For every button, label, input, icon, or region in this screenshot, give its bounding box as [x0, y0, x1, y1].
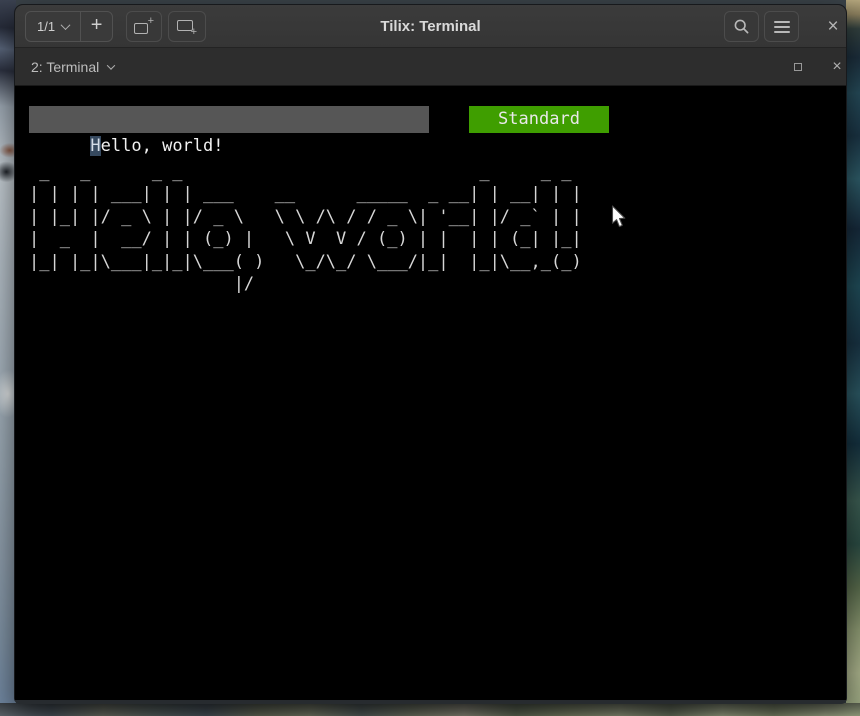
session-switcher-group: 1/1 + [25, 11, 113, 42]
terminal-close-button[interactable]: × [825, 48, 849, 86]
font-standard-button[interactable]: Standard [469, 106, 609, 133]
chevron-down-icon [107, 61, 115, 69]
tilix-window: 1/1 + + + Tilix: Terminal [14, 4, 847, 704]
terminal-pane-titlebar[interactable]: 2: Terminal × [15, 48, 846, 86]
figlet-ascii-art: _ _ _ _ _ _ _ | | | | ___| | | ___ __ __… [29, 161, 592, 295]
session-counter-label: 1/1 [37, 19, 55, 34]
split-down-button[interactable]: + [168, 11, 206, 42]
terminal-title-label: 2: Terminal [31, 59, 99, 75]
terminal-screen[interactable]: Hello, world! Standard _ _ _ _ _ _ _ | |… [15, 86, 846, 700]
close-icon: × [832, 58, 841, 76]
search-button[interactable] [724, 11, 759, 42]
window-close-button[interactable]: × [818, 11, 848, 42]
text-input[interactable]: Hello, world! [29, 106, 429, 133]
terminal-title-dropdown[interactable]: 2: Terminal [31, 48, 114, 86]
chevron-down-icon [61, 20, 71, 30]
session-counter-button[interactable]: 1/1 [26, 12, 81, 41]
text-cursor: H [90, 136, 100, 156]
plus-icon: + [91, 14, 103, 37]
hamburger-icon [774, 21, 790, 33]
new-session-button[interactable]: + [81, 12, 112, 41]
desktop-wallpaper-right [846, 0, 860, 716]
mouse-cursor-icon [611, 205, 627, 229]
close-icon: × [827, 17, 838, 36]
split-down-icon: + [177, 18, 197, 35]
menu-button[interactable] [764, 11, 799, 42]
search-icon [733, 18, 750, 35]
split-right-button[interactable]: + [126, 11, 162, 42]
input-text: ello, world! [101, 136, 224, 156]
maximize-pane-icon[interactable] [794, 63, 802, 71]
titlebar[interactable]: 1/1 + + + Tilix: Terminal [15, 5, 846, 48]
desktop-wallpaper-bottom [0, 703, 860, 716]
split-right-icon: + [134, 18, 154, 35]
